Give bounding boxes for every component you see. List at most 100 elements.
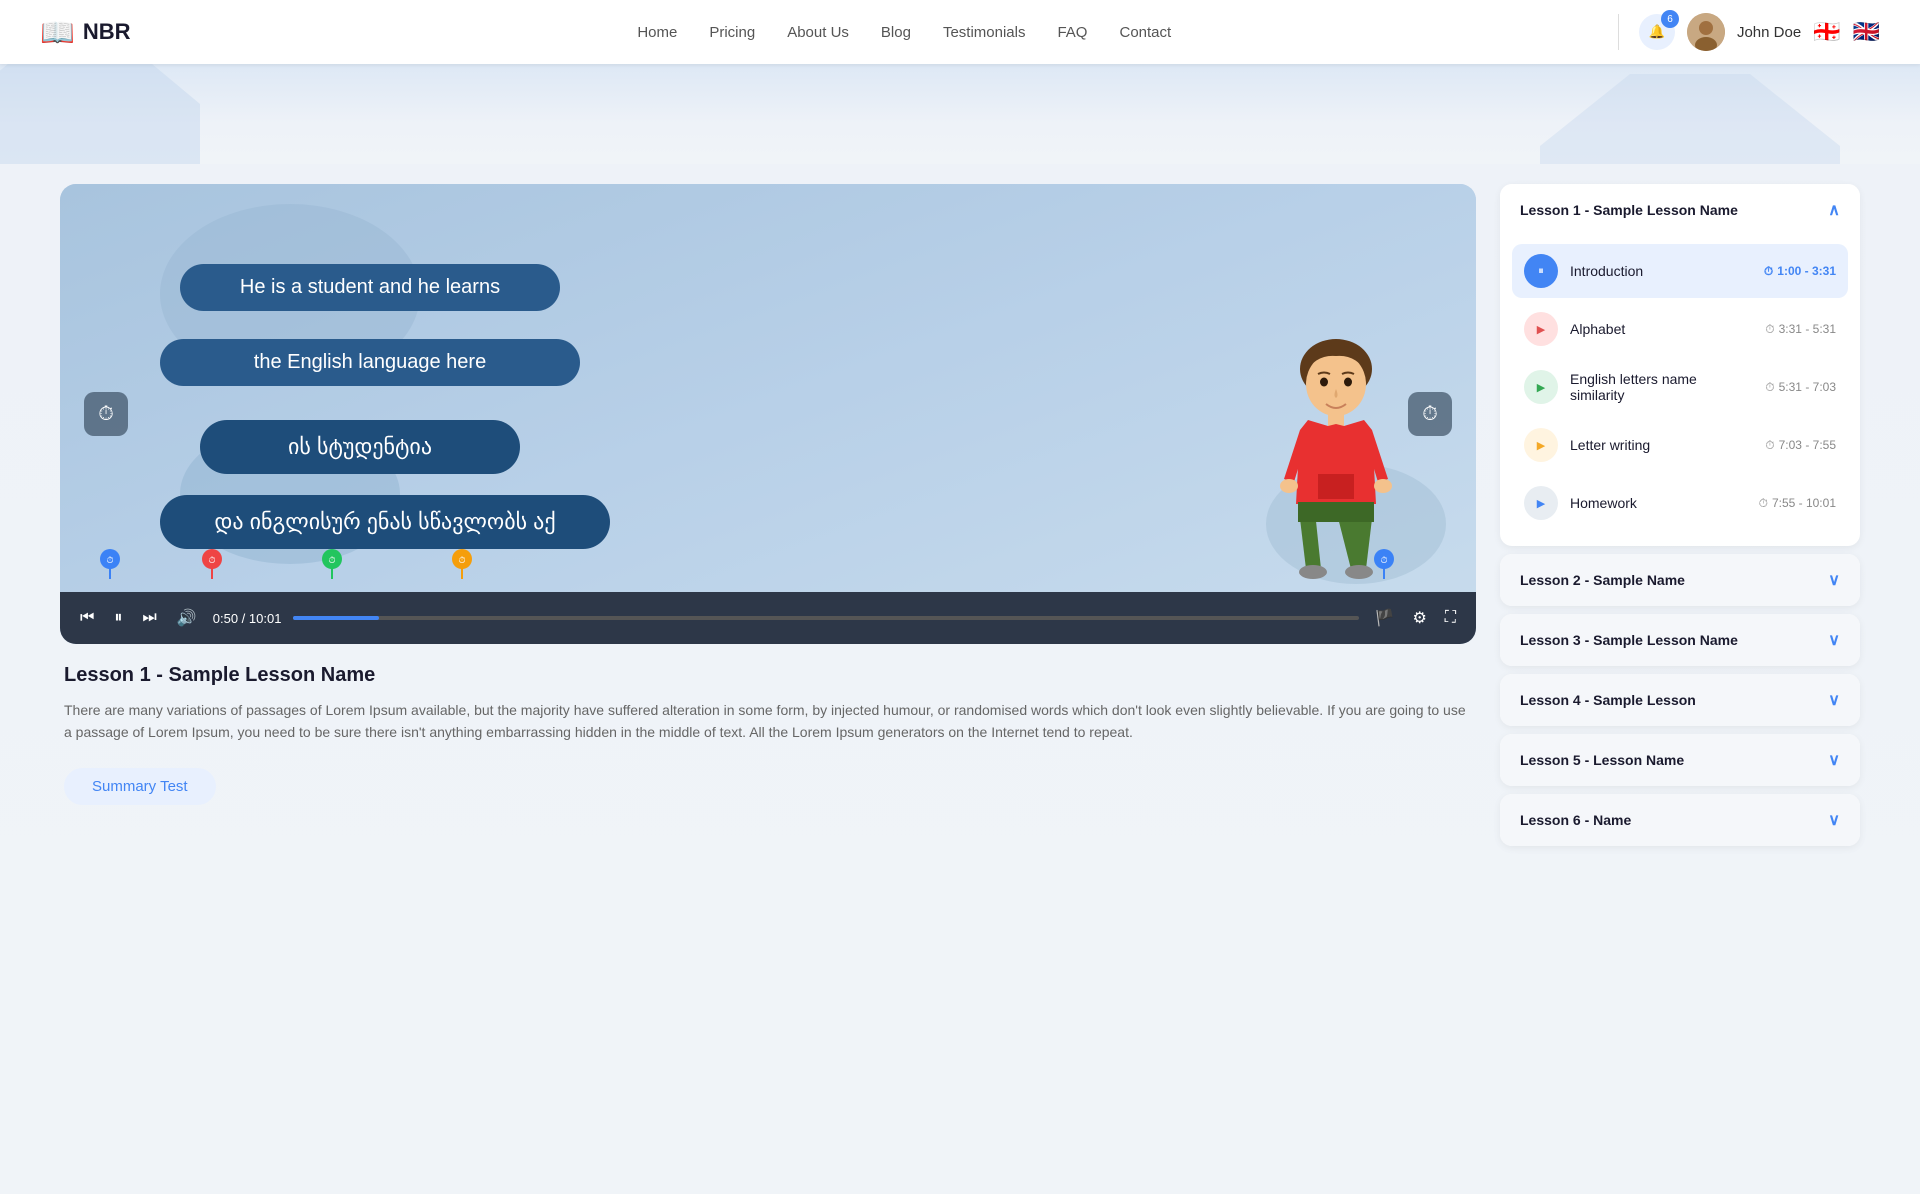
lesson-item-name-homework: Homework: [1570, 495, 1747, 511]
lesson-info: Lesson 1 - Sample Lesson Name There are …: [60, 644, 1476, 825]
nav-home[interactable]: Home: [637, 24, 677, 41]
speech-bubble-georgian-1: ის სტუდენტია: [200, 420, 520, 474]
clock-icon-homework: ⏱: [1759, 496, 1768, 511]
accordion-title-5: Lesson 5 - Lesson Name: [1520, 752, 1684, 768]
nav-testimonials[interactable]: Testimonials: [943, 24, 1026, 41]
play-icon-writing: ▶: [1537, 439, 1545, 452]
lesson-accordion-2: Lesson 2 - Sample Name ∨: [1500, 554, 1860, 606]
accordion-header-4[interactable]: Lesson 4 - Sample Lesson ∨: [1500, 674, 1860, 726]
accordion-header-1[interactable]: Lesson 1 - Sample Lesson Name ∧: [1500, 184, 1860, 236]
progress-bar[interactable]: [293, 616, 1358, 620]
nav-divider: [1618, 14, 1619, 50]
nav-about[interactable]: About Us: [787, 24, 849, 41]
play-circle-letters: ▶: [1524, 370, 1558, 404]
avatar-image: [1687, 13, 1725, 51]
accordion-header-6[interactable]: Lesson 6 - Name ∨: [1500, 794, 1860, 846]
volume-button[interactable]: 🔊: [173, 604, 201, 632]
lesson-item-introduction[interactable]: ⏸ Introduction ⏱ 1:00 - 3:31: [1512, 244, 1848, 298]
main-content: He is a student and he learns the Englis…: [0, 164, 1920, 1064]
flag-button[interactable]: 🏴: [1371, 604, 1399, 632]
logo-icon: 📖: [40, 16, 75, 49]
accordion-title-4: Lesson 4 - Sample Lesson: [1520, 692, 1696, 708]
play-circle-alphabet: ▶: [1524, 312, 1558, 346]
lesson-item-time-introduction: ⏱ 1:00 - 3:31: [1764, 264, 1836, 279]
accordion-title-3: Lesson 3 - Sample Lesson Name: [1520, 632, 1738, 648]
clock-icon-introduction: ⏱: [1764, 264, 1773, 279]
marker-red: ⏱: [200, 549, 224, 586]
lesson-item-writing[interactable]: ▶ Letter writing ⏱ 7:03 - 7:55: [1512, 418, 1848, 472]
lesson-item-letters[interactable]: ▶ English letters name similarity ⏱ 5:31…: [1512, 360, 1848, 414]
controls-right: 🏴 ⚙ ⛶: [1371, 604, 1460, 632]
lesson-item-homework[interactable]: ▶ Homework ⏱ 7:55 - 10:01: [1512, 476, 1848, 530]
speech-bubble-georgian-2: და ინგლისურ ენას სწავლობს აქ: [160, 495, 610, 549]
uk-flag-button[interactable]: 🇬🇧: [1853, 19, 1880, 45]
avatar: [1687, 13, 1725, 51]
summary-test-button[interactable]: Summary Test: [64, 768, 216, 805]
logo[interactable]: 📖 NBR: [40, 16, 131, 49]
lesson-item-name-writing: Letter writing: [1570, 437, 1753, 453]
timer-icon-left[interactable]: ⏱: [84, 392, 128, 436]
lesson-item-time-homework: ⏱ 7:55 - 10:01: [1759, 496, 1836, 511]
accordion-chevron-6: ∨: [1828, 810, 1840, 830]
accordion-chevron-1: ∧: [1828, 200, 1840, 220]
right-column: Lesson 1 - Sample Lesson Name ∧ ⏸ Introd…: [1500, 184, 1860, 1024]
marker-green: ⏱: [320, 549, 344, 586]
lesson-title: Lesson 1 - Sample Lesson Name: [64, 664, 1472, 687]
lesson-accordion-1: Lesson 1 - Sample Lesson Name ∧ ⏸ Introd…: [1500, 184, 1860, 546]
logo-text: NBR: [83, 19, 131, 45]
video-controls: ⏮ ⏸ ⏭ 🔊 0:50 / 10:01 🏴 ⚙ ⛶: [60, 592, 1476, 644]
svg-text:⏱: ⏱: [208, 555, 215, 565]
play-icon-alphabet: ▶: [1537, 323, 1545, 336]
georgian-flag-button[interactable]: 🇬🇪: [1813, 19, 1840, 45]
navbar-right: 🔔 6 John Doe 🇬🇪 🇬🇧: [1639, 13, 1880, 51]
bell-icon: 🔔: [1649, 24, 1666, 40]
nav-pricing[interactable]: Pricing: [709, 24, 755, 41]
lesson-item-name-alphabet: Alphabet: [1570, 321, 1753, 337]
nav-contact[interactable]: Contact: [1119, 24, 1171, 41]
accordion-header-5[interactable]: Lesson 5 - Lesson Name ∨: [1500, 734, 1860, 786]
navbar: 📖 NBR Home Pricing About Us Blog Testimo…: [0, 0, 1920, 64]
play-circle-writing: ▶: [1524, 428, 1558, 462]
lesson-accordion-3: Lesson 3 - Sample Lesson Name ∨: [1500, 614, 1860, 666]
accordion-chevron-3: ∨: [1828, 630, 1840, 650]
accordion-chevron-4: ∨: [1828, 690, 1840, 710]
pause-icon: ⏸: [1538, 265, 1544, 278]
lesson-item-alphabet[interactable]: ▶ Alphabet ⏱ 3:31 - 5:31: [1512, 302, 1848, 356]
svg-text:⏱: ⏱: [328, 555, 335, 565]
lesson-description: There are many variations of passages of…: [64, 699, 1472, 744]
lesson-accordion-6: Lesson 6 - Name ∨: [1500, 794, 1860, 846]
clock-icon-letters: ⏱: [1765, 380, 1774, 395]
video-container: He is a student and he learns the Englis…: [60, 184, 1476, 644]
accordion-title-6: Lesson 6 - Name: [1520, 812, 1631, 828]
video-scene: He is a student and he learns the Englis…: [60, 184, 1476, 644]
accordion-chevron-5: ∨: [1828, 750, 1840, 770]
clock-icon-alphabet: ⏱: [1765, 322, 1774, 337]
notification-button[interactable]: 🔔 6: [1639, 14, 1675, 50]
markers-row: ⏱ ⏱ ⏱ ⏱ ⏱: [80, 558, 1456, 586]
accordion-chevron-2: ∨: [1828, 570, 1840, 590]
nav-blog[interactable]: Blog: [881, 24, 911, 41]
svg-text:⏱: ⏱: [458, 555, 465, 565]
skip-forward-button[interactable]: ⏭: [138, 605, 160, 631]
svg-text:⏱: ⏱: [106, 555, 113, 565]
fullscreen-button[interactable]: ⛶: [1441, 605, 1460, 631]
speech-bubble-english-1: He is a student and he learns: [180, 264, 560, 311]
lesson-item-time-alphabet: ⏱ 3:31 - 5:31: [1765, 322, 1836, 337]
accordion-header-3[interactable]: Lesson 3 - Sample Lesson Name ∨: [1500, 614, 1860, 666]
character-svg: [1256, 324, 1416, 584]
accordion-title-2: Lesson 2 - Sample Name: [1520, 572, 1685, 588]
play-icon-homework: ▶: [1537, 497, 1545, 510]
nav-menu: Home Pricing About Us Blog Testimonials …: [211, 24, 1598, 41]
hero-background: [0, 64, 1920, 164]
lesson-item-name-letters: English letters name similarity: [1570, 371, 1753, 403]
accordion-header-2[interactable]: Lesson 2 - Sample Name ∨: [1500, 554, 1860, 606]
settings-button[interactable]: ⚙: [1408, 604, 1430, 632]
lesson-item-name-introduction: Introduction: [1570, 263, 1752, 279]
progress-fill: [293, 616, 378, 620]
lesson-item-time-writing: ⏱ 7:03 - 7:55: [1765, 438, 1836, 453]
character-illustration: [1256, 324, 1416, 584]
nav-faq[interactable]: FAQ: [1057, 24, 1087, 41]
accordion-body-1: ⏸ Introduction ⏱ 1:00 - 3:31 ▶ Alphabet: [1500, 236, 1860, 546]
pause-button[interactable]: ⏸: [110, 605, 126, 631]
skip-back-button[interactable]: ⏮: [76, 605, 98, 631]
